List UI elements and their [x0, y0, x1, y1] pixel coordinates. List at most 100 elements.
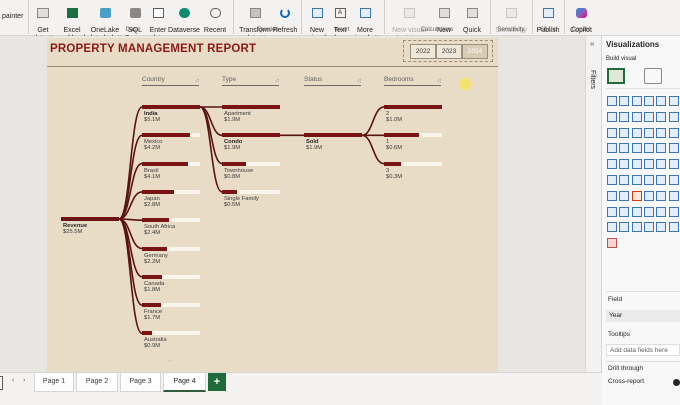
visual-type-icon[interactable]: [668, 222, 679, 233]
field-well-year[interactable]: Year: [606, 310, 680, 322]
visual-type-icon[interactable]: [607, 96, 617, 106]
add-page-button[interactable]: +: [208, 373, 226, 391]
visual-type-icon[interactable]: [656, 159, 667, 170]
visual-type-icon[interactable]: [607, 238, 617, 249]
visual-type-icon[interactable]: [656, 175, 667, 185]
visual-type-icon[interactable]: [607, 222, 617, 233]
tab-page-3[interactable]: Page 3: [120, 373, 161, 392]
visual-type-icon[interactable]: [631, 127, 642, 138]
types-0-bar[interactable]: [222, 105, 280, 109]
tab-page-4[interactable]: Page 4: [163, 373, 206, 392]
countries-3-bar[interactable]: [142, 189, 200, 194]
visual-type-icon[interactable]: [631, 111, 642, 122]
visual-type-icon[interactable]: [643, 127, 654, 138]
ribbon-separator: [28, 0, 29, 34]
visual-type-icon[interactable]: [643, 190, 654, 201]
visual-type-icon[interactable]: [619, 159, 630, 170]
visual-type-icon[interactable]: [668, 190, 679, 201]
visual-type-icon[interactable]: [668, 206, 679, 217]
statuses-0-bar[interactable]: [304, 133, 362, 138]
sensitivity-icon: [505, 8, 517, 18]
tab-page-1[interactable]: Page 1: [34, 373, 74, 392]
visual-type-icon[interactable]: [656, 111, 667, 122]
visual-type-icon[interactable]: [656, 143, 667, 154]
ribbon-separator: [301, 0, 302, 34]
visual-type-icon[interactable]: [619, 190, 630, 201]
visual-type-icon[interactable]: [668, 159, 679, 170]
build-visual-tab-icon[interactable]: [607, 68, 625, 84]
tab-page-2[interactable]: Page 2: [76, 373, 118, 392]
types-1-bar[interactable]: [222, 133, 280, 138]
tooltips-drop-zone[interactable]: Add data fields here: [606, 344, 680, 356]
visual-type-icon[interactable]: [631, 159, 642, 170]
bedrooms-1-bar[interactable]: [384, 133, 442, 138]
visual-type-icon[interactable]: [631, 206, 642, 217]
filters-pane[interactable]: « Filters: [585, 36, 602, 372]
visual-type-icon[interactable]: [619, 127, 630, 138]
countries-5-bar[interactable]: [142, 246, 200, 251]
visual-type-icon[interactable]: [643, 222, 654, 233]
format-visual-tab-icon[interactable]: [644, 68, 662, 84]
root-bar[interactable]: [61, 217, 119, 221]
visual-type-icon[interactable]: [656, 222, 667, 233]
bedrooms-2-bar[interactable]: [384, 161, 442, 166]
visual-type-icon[interactable]: [631, 190, 642, 201]
visual-type-icon[interactable]: [668, 127, 679, 138]
next-page-arrow-icon[interactable]: ›: [23, 377, 25, 384]
visual-type-icon[interactable]: [607, 190, 617, 201]
visual-type-icon[interactable]: [656, 96, 667, 106]
visual-type-icon[interactable]: [607, 143, 617, 154]
visual-type-icon[interactable]: [643, 111, 654, 122]
visual-type-icon[interactable]: [607, 206, 617, 217]
bedrooms-0-value: $1.0M: [386, 117, 403, 123]
visual-type-icon[interactable]: [643, 175, 654, 185]
visual-type-icon[interactable]: [631, 222, 642, 233]
report-canvas-area: PROPERTY MANAGEMENT REPORT 2022 2023 202…: [0, 36, 585, 372]
visual-type-icon[interactable]: [607, 127, 617, 138]
countries-1-bar[interactable]: [142, 133, 200, 138]
visual-type-icon[interactable]: [607, 175, 617, 185]
ribbon: painter Get data ˅ Excel workbook OneLak…: [0, 0, 680, 50]
countries-0-bar[interactable]: [142, 105, 200, 109]
visual-type-icon[interactable]: [656, 206, 667, 217]
visual-type-icon[interactable]: [619, 222, 630, 233]
visual-type-icon[interactable]: [668, 175, 679, 185]
visual-type-icon[interactable]: [619, 143, 630, 154]
excel-icon: [66, 8, 78, 18]
visual-type-icon[interactable]: [656, 127, 667, 138]
collapse-chevron-icon[interactable]: «: [590, 39, 594, 48]
previous-page-arrow-icon[interactable]: ‹: [12, 377, 14, 384]
visual-type-icon[interactable]: [631, 96, 642, 106]
visual-type-icon[interactable]: [656, 190, 667, 201]
visual-type-icon[interactable]: [619, 206, 630, 217]
visual-type-icon[interactable]: [619, 175, 630, 185]
cross-report-toggle[interactable]: [673, 379, 680, 386]
visual-type-icon[interactable]: [643, 143, 654, 154]
filters-label[interactable]: Filters: [589, 70, 596, 89]
visual-type-icon[interactable]: [631, 175, 642, 185]
bar-chart-icon: [311, 8, 323, 18]
types-0-bar-fill: [222, 105, 280, 109]
format-painter-label[interactable]: painter: [2, 13, 23, 20]
visual-type-icon[interactable]: [668, 111, 679, 122]
drill-through-label: Drill through: [608, 365, 644, 372]
types-2-bar[interactable]: [222, 161, 280, 166]
visual-type-icon[interactable]: [643, 159, 654, 170]
visual-type-icon[interactable]: [631, 143, 642, 154]
visual-type-icon[interactable]: [643, 206, 654, 217]
visual-type-icon[interactable]: [668, 96, 679, 106]
countries-4-bar[interactable]: [142, 218, 200, 223]
countries-8-bar[interactable]: [142, 331, 200, 336]
visual-type-icon[interactable]: [607, 111, 617, 122]
visual-type-icon[interactable]: [619, 96, 630, 106]
visual-type-icon[interactable]: [668, 143, 679, 154]
visual-type-icon[interactable]: [643, 96, 654, 106]
types-3-bar[interactable]: [222, 189, 280, 194]
bedrooms-0-bar[interactable]: [384, 105, 442, 109]
visual-type-icon[interactable]: [607, 159, 617, 170]
countries-6-bar[interactable]: [142, 274, 200, 279]
scroll-down-chevron-icon[interactable]: ﹀: [167, 358, 173, 367]
countries-7-bar[interactable]: [142, 303, 200, 308]
countries-2-bar[interactable]: [142, 161, 200, 166]
visual-type-icon[interactable]: [619, 111, 630, 122]
